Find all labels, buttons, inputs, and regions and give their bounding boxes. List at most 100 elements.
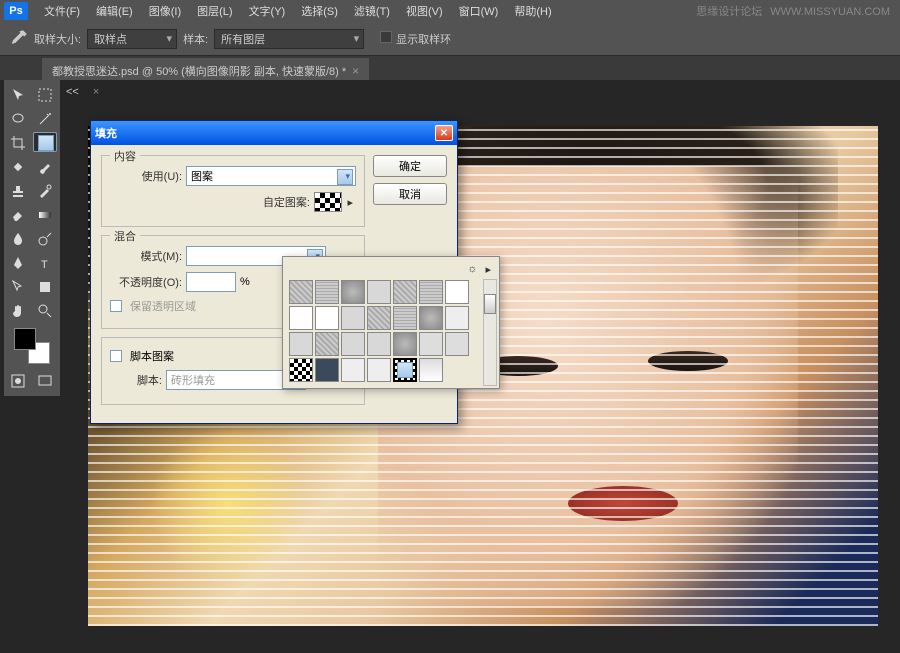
pattern-item[interactable] xyxy=(315,306,339,330)
stamp-tool[interactable] xyxy=(6,180,30,202)
pattern-item[interactable] xyxy=(393,306,417,330)
content-group-title: 内容 xyxy=(110,148,140,164)
pattern-item[interactable] xyxy=(289,332,313,356)
document-tab[interactable]: 都教授思迷达.psd @ 50% (横向图像阴影 副本, 快速蒙版/8) * × xyxy=(42,58,369,80)
pattern-item[interactable] xyxy=(367,306,391,330)
blend-group-title: 混合 xyxy=(110,228,140,244)
pattern-item-selected[interactable] xyxy=(393,358,417,382)
menu-view[interactable]: 视图(V) xyxy=(398,1,451,21)
pattern-item[interactable] xyxy=(367,332,391,356)
lasso-tool[interactable] xyxy=(6,108,30,130)
pattern-item[interactable] xyxy=(445,280,469,304)
content-group: 内容 使用(U): 图案 自定图案: xyxy=(101,155,365,227)
blur-tool[interactable] xyxy=(6,228,30,250)
crop-tool[interactable] xyxy=(6,132,30,154)
pattern-item[interactable] xyxy=(445,306,469,330)
opacity-label: 不透明度(O): xyxy=(110,274,182,290)
toolbox: T xyxy=(4,80,60,396)
eraser-tool[interactable] xyxy=(6,204,30,226)
menu-file[interactable]: 文件(F) xyxy=(36,1,88,21)
script-pattern-label: 脚本图案 xyxy=(130,348,174,364)
picker-menu-icon[interactable]: ▸ xyxy=(485,263,491,276)
pattern-item[interactable] xyxy=(419,280,443,304)
ok-button[interactable]: 确定 xyxy=(373,155,447,177)
picker-scrollbar[interactable] xyxy=(483,279,497,386)
pattern-item[interactable] xyxy=(419,332,443,356)
show-ring-checkbox[interactable] xyxy=(380,31,392,43)
wand-tool[interactable] xyxy=(33,108,57,130)
type-tool[interactable]: T xyxy=(33,252,57,274)
preserve-label: 保留透明区域 xyxy=(130,298,196,314)
sample-size-select[interactable]: 取样点 xyxy=(87,29,177,49)
document-title: 都教授思迷达.psd @ 50% (横向图像阴影 副本, 快速蒙版/8) * xyxy=(52,63,346,79)
menu-filter[interactable]: 滤镜(T) xyxy=(346,1,398,21)
menu-layer[interactable]: 图层(L) xyxy=(189,1,240,21)
dialog-title: 填充 xyxy=(95,125,117,141)
app-logo: Ps xyxy=(4,2,28,20)
picker-gear-icon[interactable]: ☼ xyxy=(467,263,477,276)
foreground-color[interactable] xyxy=(14,328,36,350)
pattern-item[interactable] xyxy=(315,332,339,356)
menu-type[interactable]: 文字(Y) xyxy=(241,1,294,21)
pattern-item[interactable] xyxy=(341,332,365,356)
options-bar: 取样大小: 取样点 样本: 所有图层 显示取样环 xyxy=(0,22,900,56)
menu-edit[interactable]: 编辑(E) xyxy=(88,1,141,21)
pattern-item[interactable] xyxy=(289,280,313,304)
pattern-swatch-button[interactable] xyxy=(314,192,342,212)
menu-bar: Ps 文件(F) 编辑(E) 图像(I) 图层(L) 文字(Y) 选择(S) 滤… xyxy=(0,0,900,22)
cancel-button[interactable]: 取消 xyxy=(373,183,447,205)
pattern-item[interactable] xyxy=(315,358,339,382)
quickmask-tool[interactable] xyxy=(6,370,30,392)
path-tool[interactable] xyxy=(6,276,30,298)
pattern-item[interactable] xyxy=(289,306,313,330)
watermark: 思缘设计论坛WWW.MISSYUAN.COM xyxy=(696,3,890,19)
script-label: 脚本: xyxy=(110,372,162,388)
pattern-item[interactable] xyxy=(419,306,443,330)
sample-select[interactable]: 所有图层 xyxy=(214,29,364,49)
history-brush-tool[interactable] xyxy=(33,180,57,202)
script-checkbox[interactable] xyxy=(110,350,122,362)
show-ring-label: 显示取样环 xyxy=(396,34,451,46)
screenmode-tool[interactable] xyxy=(33,370,57,392)
preserve-checkbox[interactable] xyxy=(110,300,122,312)
pattern-item[interactable] xyxy=(289,358,313,382)
use-select[interactable]: 图案 xyxy=(186,166,356,186)
opacity-input[interactable] xyxy=(186,272,236,292)
marquee-tool[interactable] xyxy=(33,84,57,106)
pattern-item[interactable] xyxy=(341,358,365,382)
dodge-tool[interactable] xyxy=(33,228,57,250)
pattern-grid xyxy=(287,278,495,384)
brush-tool[interactable] xyxy=(33,156,57,178)
close-icon[interactable]: ✕ xyxy=(435,125,453,141)
pattern-picker: ☼ ▸ xyxy=(282,256,500,389)
menu-help[interactable]: 帮助(H) xyxy=(506,1,559,21)
move-tool[interactable] xyxy=(6,84,30,106)
hand-tool[interactable] xyxy=(6,300,30,322)
shape-tool[interactable] xyxy=(33,276,57,298)
pattern-item[interactable] xyxy=(315,280,339,304)
dialog-titlebar[interactable]: 填充 ✕ xyxy=(91,121,457,145)
sample-label: 样本: xyxy=(183,31,208,47)
pattern-item[interactable] xyxy=(393,332,417,356)
heal-tool[interactable] xyxy=(6,156,30,178)
close-icon[interactable]: × xyxy=(352,64,359,78)
pattern-item[interactable] xyxy=(445,332,469,356)
pattern-item[interactable] xyxy=(367,280,391,304)
custom-pattern-label: 自定图案: xyxy=(263,194,310,210)
color-swatches[interactable] xyxy=(14,328,50,364)
pattern-item[interactable] xyxy=(341,306,365,330)
pattern-item[interactable] xyxy=(393,280,417,304)
eyedropper-tool[interactable] xyxy=(33,132,57,152)
pen-tool[interactable] xyxy=(6,252,30,274)
pattern-item[interactable] xyxy=(341,280,365,304)
menu-window[interactable]: 窗口(W) xyxy=(451,1,507,21)
zoom-tool[interactable] xyxy=(33,300,57,322)
pattern-item[interactable] xyxy=(367,358,391,382)
pattern-item[interactable] xyxy=(419,358,443,382)
gradient-tool[interactable] xyxy=(33,204,57,226)
document-tab-bar: 都教授思迷达.psd @ 50% (横向图像阴影 副本, 快速蒙版/8) * × xyxy=(0,56,900,80)
menu-select[interactable]: 选择(S) xyxy=(293,1,346,21)
menu-image[interactable]: 图像(I) xyxy=(141,1,189,21)
sample-size-label: 取样大小: xyxy=(34,31,81,47)
svg-text:T: T xyxy=(41,259,48,271)
